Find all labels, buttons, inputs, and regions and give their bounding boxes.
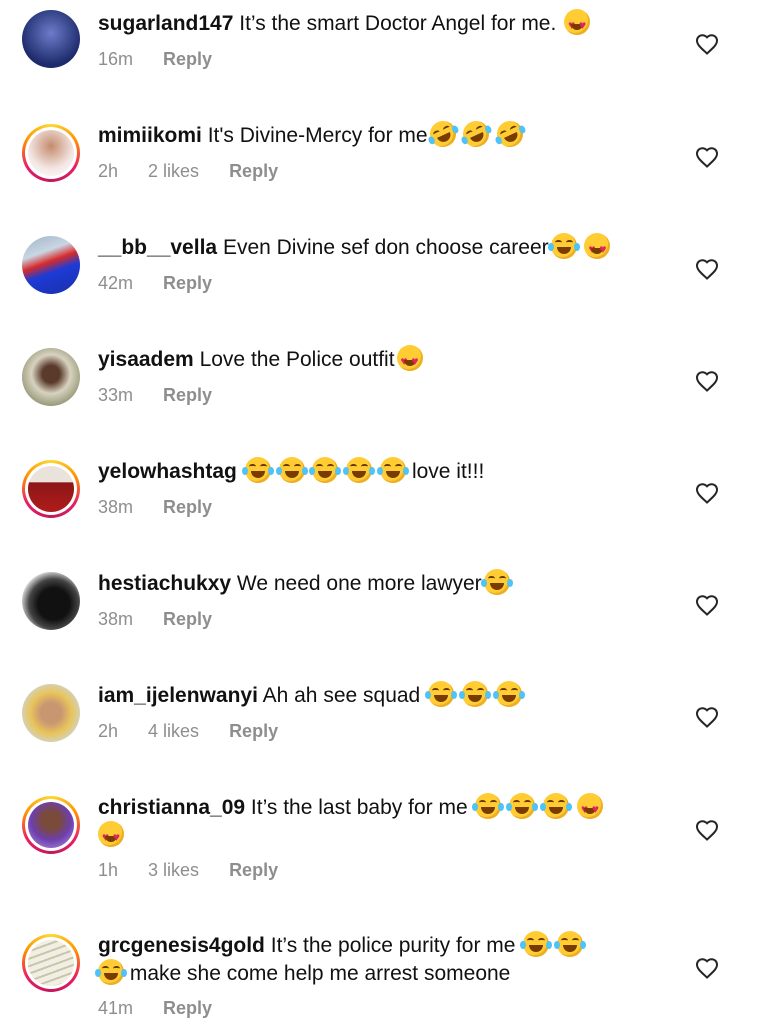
comment-text: We need one more lawyer <box>236 572 482 595</box>
avatar[interactable] <box>22 348 80 406</box>
laughing-emoji-icon <box>492 681 525 707</box>
rofl-emoji-icon <box>459 116 494 152</box>
avatar[interactable] <box>22 460 80 518</box>
reply-button[interactable]: Reply <box>163 273 212 294</box>
heart-outline-icon[interactable] <box>695 706 719 728</box>
heart-outline-icon[interactable] <box>695 482 719 504</box>
avatar[interactable] <box>22 684 80 742</box>
avatar[interactable] <box>22 572 80 630</box>
comment-meta: 38m Reply <box>98 609 242 630</box>
comment-text: It’s the last baby for me <box>250 796 468 819</box>
comment-username[interactable]: yelowhashtag <box>98 460 237 483</box>
comment-time: 41m <box>98 998 134 1018</box>
comment-meta: 2h 4 likes Reply <box>98 721 308 742</box>
comment-username[interactable]: iam_ijelenwanyi <box>98 684 258 707</box>
laughing-emoji-icon <box>343 457 376 483</box>
laughing-emoji-icon <box>458 681 491 707</box>
comment-text-continued: make she come help me arrest someone <box>129 962 511 985</box>
laughing-emoji-icon <box>480 569 513 595</box>
comment-username[interactable]: mimiikomi <box>98 124 202 147</box>
comment-meta: 38m Reply <box>98 497 242 518</box>
rofl-emoji-icon <box>493 116 528 152</box>
reply-button[interactable]: Reply <box>163 497 212 518</box>
comment-meta: 2h 2 likes Reply <box>98 161 308 182</box>
comment-text: Love the Police outfit <box>199 348 395 371</box>
reply-button[interactable]: Reply <box>229 721 278 742</box>
avatar[interactable] <box>22 10 80 68</box>
comment-text: It's Divine-Mercy for me <box>207 124 428 147</box>
avatar[interactable] <box>22 796 80 854</box>
heart-eyes-emoji-icon <box>584 233 611 263</box>
comment-time: 2h <box>98 721 119 741</box>
heart-eyes-emoji-icon <box>396 345 423 375</box>
avatar[interactable] <box>22 236 80 294</box>
heart-eyes-emoji-icon <box>564 9 591 39</box>
reply-button[interactable]: Reply <box>229 860 278 881</box>
like-count[interactable]: 2 likes <box>148 161 199 182</box>
laughing-emoji-icon <box>540 793 573 819</box>
laughing-emoji-icon <box>547 233 580 259</box>
comment-username[interactable]: sugarland147 <box>98 12 233 35</box>
reply-button[interactable]: Reply <box>163 49 212 70</box>
comment-username[interactable]: hestiachukxy <box>98 572 231 595</box>
laughing-emoji-icon <box>377 457 410 483</box>
comment-text: It’s the smart Doctor Angel for me. <box>239 12 557 35</box>
reply-button[interactable]: Reply <box>163 609 212 630</box>
comment-text: love it!!! <box>411 460 485 483</box>
comment-username[interactable]: christianna_09 <box>98 796 245 819</box>
reply-button[interactable]: Reply <box>163 385 212 406</box>
laughing-emoji-icon <box>275 457 308 483</box>
heart-outline-icon[interactable] <box>695 819 719 841</box>
laughing-emoji-icon <box>472 793 505 819</box>
heart-outline-icon[interactable] <box>695 258 719 280</box>
comment-time: 2h <box>98 161 119 181</box>
comment-meta: 33m Reply <box>98 385 242 406</box>
laughing-emoji-icon <box>554 931 587 957</box>
comment-time: 42m <box>98 273 134 293</box>
rofl-emoji-icon <box>425 116 460 152</box>
heart-outline-icon[interactable] <box>695 370 719 392</box>
comment-meta: 42m Reply <box>98 273 242 294</box>
laughing-emoji-icon <box>241 457 274 483</box>
laughing-emoji-icon <box>309 457 342 483</box>
heart-outline-icon[interactable] <box>695 146 719 168</box>
comment-meta: 1h 3 likes Reply <box>98 860 308 881</box>
comment-text: It’s the police purity for me <box>270 934 516 957</box>
comment-username[interactable]: grcgenesis4gold <box>98 934 265 957</box>
avatar[interactable] <box>22 934 80 992</box>
laughing-emoji-icon <box>425 681 458 707</box>
comment-text: Even Divine sef don choose career <box>222 236 549 259</box>
comment-time: 38m <box>98 609 134 629</box>
comment-time: 38m <box>98 497 134 517</box>
comment-meta: 16m Reply <box>98 49 242 70</box>
heart-outline-icon[interactable] <box>695 957 719 979</box>
avatar[interactable] <box>22 124 80 182</box>
comment-username[interactable]: yisaadem <box>98 348 194 371</box>
laughing-emoji-icon <box>520 931 553 957</box>
comment-username[interactable]: __bb__vella <box>98 236 217 259</box>
heart-eyes-emoji-icon <box>577 793 604 823</box>
comment-time: 33m <box>98 385 134 405</box>
comment-text: Ah ah see squad <box>262 684 421 707</box>
comment-time: 1h <box>98 860 119 880</box>
laughing-emoji-icon <box>506 793 539 819</box>
laughing-emoji-icon <box>95 959 127 985</box>
reply-button[interactable]: Reply <box>163 998 212 1019</box>
reply-button[interactable]: Reply <box>229 161 278 182</box>
comment-meta: 41m Reply <box>98 998 242 1019</box>
like-count[interactable]: 3 likes <box>148 860 199 881</box>
heart-outline-icon[interactable] <box>695 594 719 616</box>
like-count[interactable]: 4 likes <box>148 721 199 742</box>
comment-time: 16m <box>98 49 134 69</box>
heart-eyes-emoji-icon <box>98 821 124 851</box>
heart-outline-icon[interactable] <box>695 33 719 55</box>
